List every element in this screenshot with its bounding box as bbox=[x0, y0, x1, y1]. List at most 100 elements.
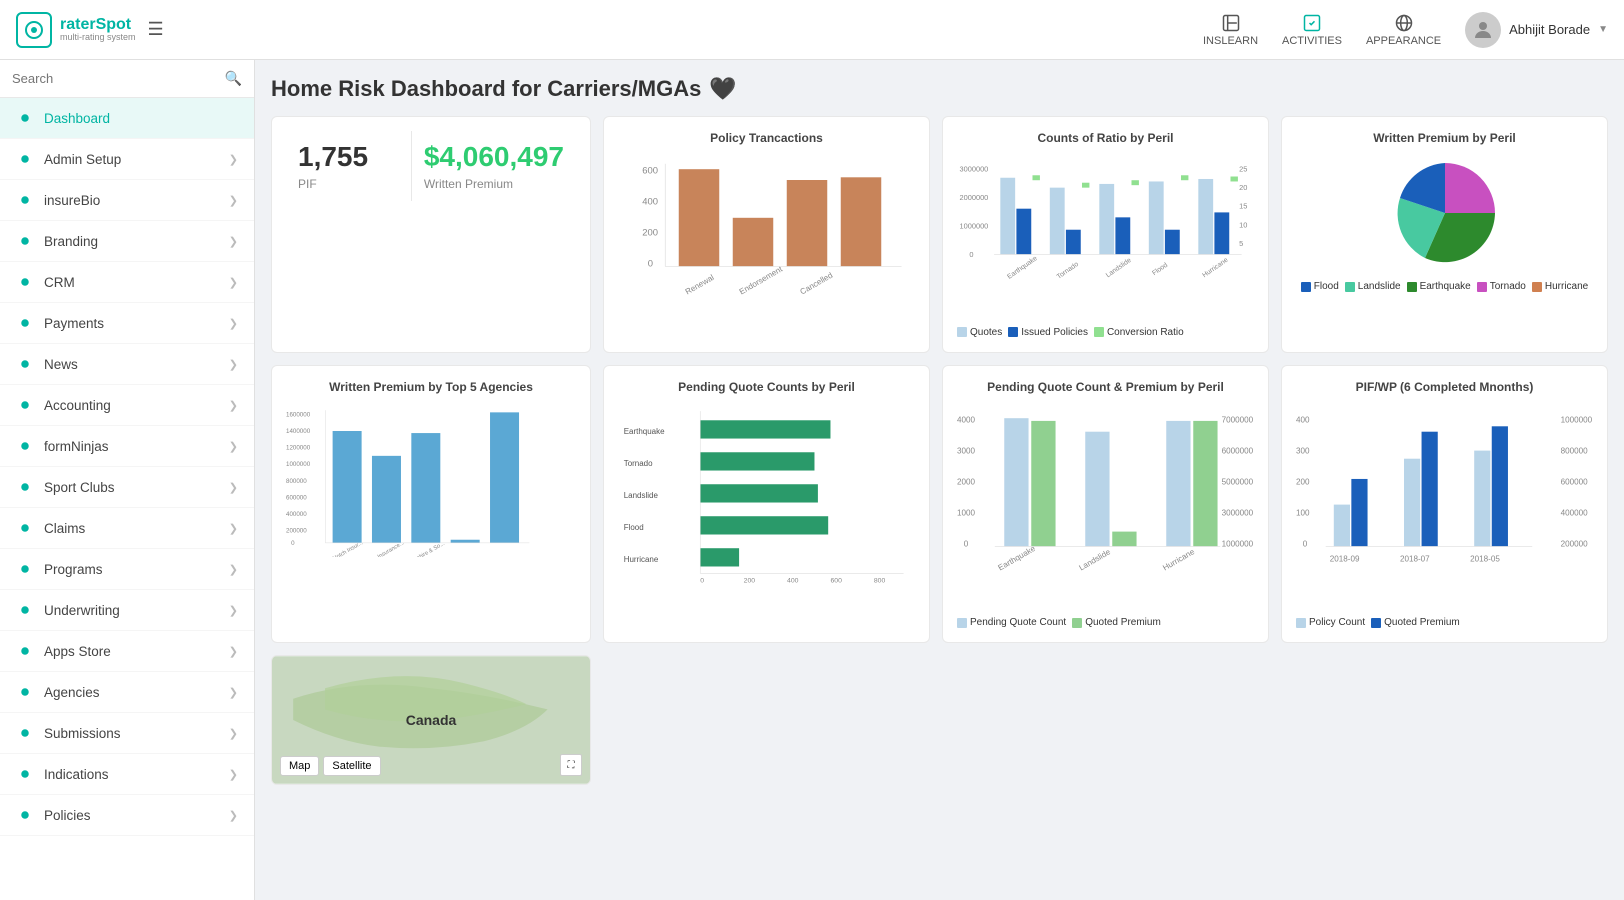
wp-top5-chart: 1600000 1400000 1200000 1000000 800000 6… bbox=[286, 402, 576, 557]
form-icon bbox=[16, 437, 34, 455]
heart-icon bbox=[16, 191, 34, 209]
svg-text:Endorsement: Endorsement bbox=[738, 264, 785, 296]
page-title: Home Risk Dashboard for Carriers/MGAs 🖤 bbox=[271, 76, 1608, 102]
sidebar-item-sport-clubs[interactable]: Sport Clubs❯ bbox=[0, 467, 254, 508]
sidebar-item-label: Programs bbox=[44, 562, 103, 577]
logo-text: raterSpot multi-rating system bbox=[60, 16, 136, 43]
sidebar-item-indications[interactable]: Indications❯ bbox=[0, 754, 254, 795]
sidebar-item-policies[interactable]: Policies❯ bbox=[0, 795, 254, 836]
heart-icon: 🖤 bbox=[709, 76, 736, 102]
map-card: Canada Map Satellite ⛶ bbox=[271, 655, 591, 785]
sidebar-item-left: Sport Clubs bbox=[16, 478, 115, 496]
svg-text:800000: 800000 bbox=[1561, 446, 1589, 455]
sidebar-item-left: formNinjas bbox=[16, 437, 109, 455]
svg-text:7000000: 7000000 bbox=[1222, 415, 1254, 424]
topnav-left: raterSpot multi-rating system ☰ bbox=[16, 12, 164, 48]
crm-icon bbox=[16, 273, 34, 291]
satellite-button[interactable]: Satellite bbox=[323, 756, 380, 776]
sidebar-item-submissions[interactable]: Submissions❯ bbox=[0, 713, 254, 754]
pending-quote-premium-title: Pending Quote Count & Premium by Peril bbox=[957, 380, 1254, 394]
svg-text:200000: 200000 bbox=[286, 527, 307, 534]
sidebar-item-admin-setup[interactable]: Admin Setup❯ bbox=[0, 139, 254, 180]
svg-text:200: 200 bbox=[744, 577, 756, 584]
svg-text:25: 25 bbox=[1239, 165, 1247, 174]
svg-text:3000: 3000 bbox=[957, 446, 976, 455]
svg-text:Landslide: Landslide bbox=[1105, 257, 1133, 280]
user-menu[interactable]: Abhijit Borade ▼ bbox=[1465, 12, 1608, 48]
svg-text:600: 600 bbox=[642, 165, 658, 176]
svg-text:800000: 800000 bbox=[286, 478, 307, 485]
counts-ratio-peril-card: Counts of Ratio by Peril 3000000 2000000… bbox=[942, 116, 1269, 353]
sidebar-item-branding[interactable]: Branding❯ bbox=[0, 221, 254, 262]
user-avatar-icon bbox=[1471, 18, 1495, 42]
sidebar-item-label: formNinjas bbox=[44, 439, 109, 454]
submissions-icon bbox=[16, 724, 34, 742]
svg-text:Hurricane: Hurricane bbox=[1201, 257, 1229, 280]
sidebar-item-claims[interactable]: Claims❯ bbox=[0, 508, 254, 549]
activities-button[interactable]: ACTIVITIES bbox=[1282, 13, 1342, 47]
svg-text:0: 0 bbox=[700, 577, 704, 584]
sidebar: 🔍 DashboardAdmin Setup❯insureBio❯Brandin… bbox=[0, 60, 255, 900]
search-input[interactable] bbox=[12, 71, 225, 86]
wp-label: Written Premium bbox=[424, 177, 564, 191]
svg-text:Tornado: Tornado bbox=[1056, 261, 1080, 281]
sidebar-item-label: Sport Clubs bbox=[44, 480, 115, 495]
pie-legend: Flood Landslide Earthquake Tornado Hurri… bbox=[1296, 281, 1593, 292]
sidebar-item-left: Payments bbox=[16, 314, 104, 332]
sidebar-item-left: Claims bbox=[16, 519, 85, 537]
brand-name: raterSpot bbox=[60, 16, 136, 34]
pending-premium-legend: Pending Quote Count Quoted Premium bbox=[957, 617, 1254, 628]
map-button[interactable]: Map bbox=[280, 756, 319, 776]
sidebar-item-insurebio[interactable]: insureBio❯ bbox=[0, 180, 254, 221]
counts-ratio-legend: Quotes Issued Policies Conversion Ratio bbox=[957, 327, 1254, 338]
sidebar-item-left: Policies bbox=[16, 806, 91, 824]
sidebar-chevron-icon: ❯ bbox=[229, 399, 238, 412]
sidebar-item-label: Apps Store bbox=[44, 644, 111, 659]
svg-text:1000000: 1000000 bbox=[1222, 539, 1254, 548]
hamburger-menu[interactable]: ☰ bbox=[148, 19, 164, 40]
map-expand-button[interactable]: ⛶ bbox=[560, 754, 582, 776]
svg-text:1600000: 1600000 bbox=[286, 411, 311, 418]
appearance-button[interactable]: APPEARANCE bbox=[1366, 13, 1441, 47]
written-premium-peril-title: Written Premium by Peril bbox=[1296, 131, 1593, 145]
sidebar-item-agencies[interactable]: Agencies❯ bbox=[0, 672, 254, 713]
inslearn-button[interactable]: INSLEARN bbox=[1203, 13, 1258, 47]
pending-quote-counts-chart: Earthquake Tornado Landslide Flood Hurri… bbox=[618, 402, 915, 585]
svg-text:200: 200 bbox=[1296, 477, 1310, 486]
sidebar-chevron-icon: ❯ bbox=[229, 686, 238, 699]
sidebar-item-label: Dashboard bbox=[44, 111, 110, 126]
svg-text:600000: 600000 bbox=[1561, 477, 1589, 486]
svg-text:100: 100 bbox=[1296, 508, 1310, 517]
sidebar-item-apps-store[interactable]: Apps Store❯ bbox=[0, 631, 254, 672]
sidebar-item-label: Branding bbox=[44, 234, 98, 249]
sidebar-item-formninjas[interactable]: formNinjas❯ bbox=[0, 426, 254, 467]
svg-text:Landslide: Landslide bbox=[624, 491, 659, 500]
sidebar-item-payments[interactable]: Payments❯ bbox=[0, 303, 254, 344]
svg-text:400: 400 bbox=[787, 577, 799, 584]
user-name: Abhijit Borade bbox=[1509, 22, 1590, 37]
sidebar-item-left: Branding bbox=[16, 232, 98, 250]
svg-text:2000: 2000 bbox=[957, 477, 976, 486]
logo: raterSpot multi-rating system bbox=[16, 12, 136, 48]
activities-label: ACTIVITIES bbox=[1282, 35, 1342, 47]
svg-text:10: 10 bbox=[1239, 220, 1247, 229]
svg-text:Earthquake: Earthquake bbox=[624, 427, 665, 436]
policy-transactions-title: Policy Trancactions bbox=[618, 131, 915, 145]
sidebar-item-dashboard[interactable]: Dashboard bbox=[0, 98, 254, 139]
counts-ratio-title: Counts of Ratio by Peril bbox=[957, 131, 1254, 145]
sidebar-item-crm[interactable]: CRM❯ bbox=[0, 262, 254, 303]
wp-top5-card: Written Premium by Top 5 Agencies 160000… bbox=[271, 365, 591, 644]
sidebar-chevron-icon: ❯ bbox=[229, 358, 238, 371]
search-icon[interactable]: 🔍 bbox=[225, 70, 242, 87]
sidebar-item-underwriting[interactable]: Underwriting❯ bbox=[0, 590, 254, 631]
sidebar-item-news[interactable]: News ❯ bbox=[0, 344, 254, 385]
sport-icon bbox=[16, 478, 34, 496]
programs-icon bbox=[16, 560, 34, 578]
logo-icon bbox=[16, 12, 52, 48]
brand-sub: multi-rating system bbox=[60, 33, 136, 43]
wp-value: $4,060,497 bbox=[424, 141, 564, 173]
sidebar-item-programs[interactable]: Programs❯ bbox=[0, 549, 254, 590]
sidebar-item-label: News bbox=[44, 357, 78, 372]
sidebar-items: DashboardAdmin Setup❯insureBio❯Branding❯… bbox=[0, 98, 254, 836]
sidebar-item-accounting[interactable]: Accounting❯ bbox=[0, 385, 254, 426]
